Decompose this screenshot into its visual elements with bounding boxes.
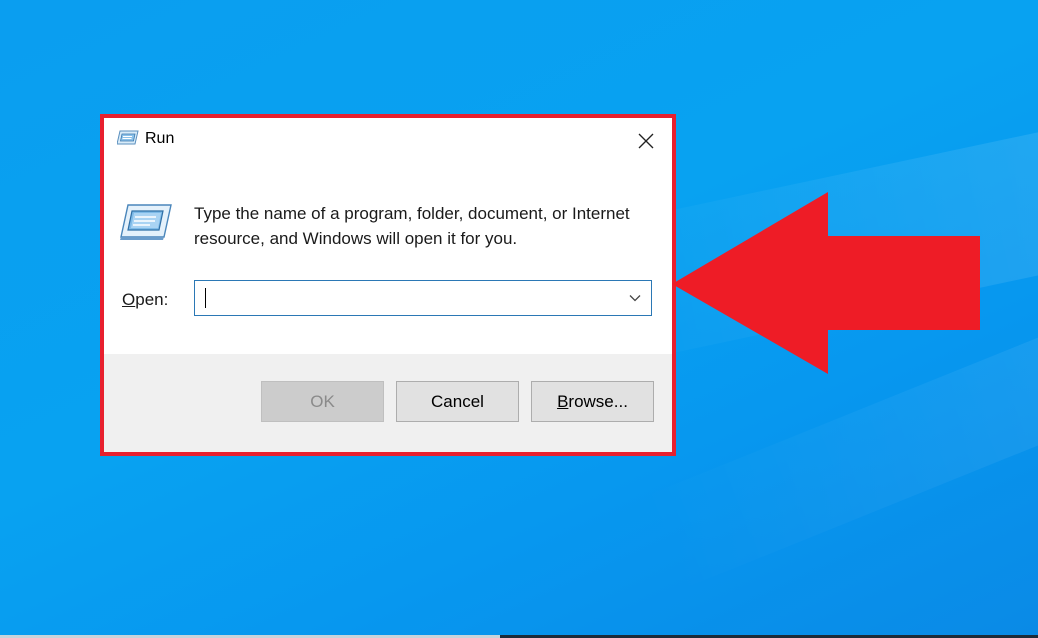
instruction-text: Type the name of a program, folder, docu…	[194, 204, 630, 248]
run-app-icon	[120, 204, 172, 240]
open-combobox[interactable]	[194, 280, 652, 316]
open-label-text: pen:	[135, 290, 169, 309]
open-dropdown-button[interactable]	[619, 281, 651, 315]
cancel-button[interactable]: Cancel	[396, 381, 519, 422]
open-label-mnemonic: O	[122, 290, 136, 309]
browse-button[interactable]: Browse...	[531, 381, 654, 422]
text-caret	[205, 288, 206, 308]
browse-mnemonic: B	[557, 391, 569, 411]
title-bar[interactable]: Run	[104, 118, 672, 164]
dialog-content: Type the name of a program, folder, docu…	[104, 164, 672, 354]
chevron-down-icon	[629, 295, 641, 302]
close-icon	[638, 133, 654, 149]
dialog-button-bar: OK Cancel Browse...	[104, 354, 672, 452]
ok-button[interactable]: OK	[261, 381, 384, 422]
browse-label: rowse...	[568, 391, 628, 411]
annotation-highlight-frame: Run Type the name of a program, folder, …	[100, 114, 676, 456]
close-button[interactable]	[628, 125, 664, 157]
open-input[interactable]	[195, 281, 615, 315]
run-dialog: Run Type the name of a program, folder, …	[104, 118, 672, 452]
left-arrow-icon	[672, 192, 980, 374]
open-label: Open:	[122, 290, 168, 310]
run-app-icon	[117, 130, 139, 145]
window-title: Run	[145, 130, 175, 147]
